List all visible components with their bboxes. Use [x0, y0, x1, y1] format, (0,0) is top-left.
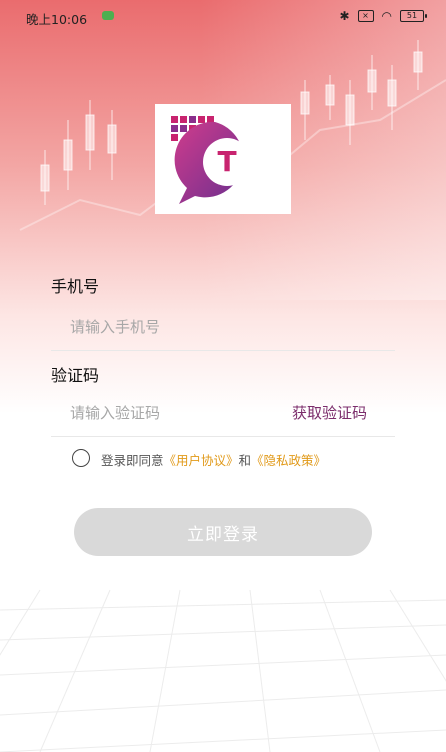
code-label: 验证码 — [51, 366, 100, 385]
agreement-text: 登录即同意《用户协议》和《隐私政策》 — [101, 450, 326, 469]
status-time: 晚上10:06 — [26, 12, 88, 27]
get-code-button[interactable]: 获取验证码 — [292, 402, 367, 423]
bluetooth-icon: ✱ — [339, 9, 350, 23]
wifi-icon: ◠ — [381, 9, 392, 23]
logo-graphic: T — [171, 116, 251, 204]
phone-input[interactable]: 请输入手机号 — [70, 316, 160, 337]
battery-icon: 51 — [400, 10, 427, 22]
agreement-prefix: 登录即同意 — [101, 453, 164, 468]
sim-card-icon: × — [357, 10, 374, 22]
status-bar: 晚上10:06 ✱ × ◠ 51 — [0, 0, 446, 34]
privacy-policy-link[interactable]: 《隐私政策》 — [251, 453, 326, 468]
phone-label: 手机号 — [51, 277, 100, 296]
login-button[interactable]: 立即登录 — [74, 508, 372, 556]
status-icons: ✱ × ◠ 51 — [339, 9, 427, 23]
user-agreement-link[interactable]: 《用户协议》 — [164, 453, 239, 468]
divider — [51, 350, 395, 351]
agreement-and: 和 — [238, 453, 252, 468]
app-logo: T — [155, 104, 291, 214]
divider — [51, 436, 395, 437]
agreement-radio[interactable] — [72, 449, 90, 467]
chat-notification-icon — [102, 11, 114, 20]
svg-text:T: T — [217, 145, 236, 178]
verification-code-input[interactable]: 请输入验证码 — [70, 402, 160, 423]
